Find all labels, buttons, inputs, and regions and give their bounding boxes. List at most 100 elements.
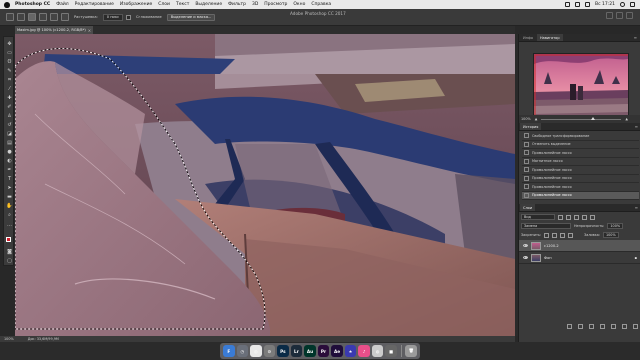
dock-finder-icon[interactable]: F bbox=[223, 345, 235, 357]
clock[interactable]: Вс 17:21 bbox=[595, 2, 615, 7]
history-item-selected[interactable]: Прямолинейное лассо bbox=[522, 191, 639, 200]
menu-layers[interactable]: Слои bbox=[158, 2, 170, 7]
navigator-thumbnail[interactable] bbox=[533, 53, 629, 117]
filter-shape-icon[interactable] bbox=[582, 214, 587, 220]
filter-smart-object-icon[interactable] bbox=[590, 214, 595, 220]
volume-icon[interactable] bbox=[585, 2, 591, 7]
panel-menu-icon[interactable]: ≡ bbox=[634, 35, 637, 40]
brush-tool-icon[interactable]: ✐ bbox=[6, 104, 13, 110]
lock-pixels-icon[interactable] bbox=[552, 232, 558, 238]
tab-history[interactable]: История bbox=[520, 123, 542, 130]
history-item[interactable]: Прямолинейное лассо bbox=[522, 183, 639, 192]
tab-info[interactable]: Инфо bbox=[520, 34, 536, 41]
menu-view[interactable]: Просмотр bbox=[264, 2, 287, 7]
select-and-mask-button[interactable]: Выделение и маска... bbox=[166, 13, 216, 21]
menu-file[interactable]: Файл bbox=[56, 2, 68, 7]
history-brush-tool-icon[interactable]: ↺ bbox=[6, 122, 13, 128]
workspace-icon[interactable] bbox=[616, 12, 623, 19]
battery-icon[interactable] bbox=[575, 2, 581, 7]
dock-photos-icon[interactable]: ◍ bbox=[371, 345, 384, 357]
home-button[interactable] bbox=[6, 13, 14, 21]
menu-image[interactable]: Изображение bbox=[120, 2, 152, 7]
history-item[interactable]: Магнитное лассо bbox=[522, 158, 639, 166]
menu-type[interactable]: Текст bbox=[176, 2, 189, 7]
dock-itunes-icon[interactable]: ♪ bbox=[358, 345, 370, 357]
dock-trash-icon[interactable]: 🗑 bbox=[405, 345, 418, 357]
history-item[interactable]: Отменить выделение bbox=[522, 141, 639, 149]
navigator-zoom-slider[interactable] bbox=[541, 116, 622, 120]
marquee-tool-icon[interactable]: ▭ bbox=[6, 50, 13, 56]
layer-filter-kind[interactable]: Вид bbox=[521, 214, 555, 220]
dock-after-effects-icon[interactable]: Ae bbox=[331, 345, 343, 357]
feather-input[interactable]: 0 пикс bbox=[102, 13, 124, 21]
close-icon[interactable]: × bbox=[88, 28, 91, 33]
navigator-zoom-knob[interactable] bbox=[591, 116, 596, 120]
link-layers-icon[interactable] bbox=[567, 324, 572, 329]
eraser-tool-icon[interactable]: ◪ bbox=[6, 131, 13, 137]
layers-menu-icon[interactable]: ≡ bbox=[635, 205, 638, 210]
eyedropper-tool-icon[interactable]: ⁄ bbox=[6, 86, 13, 92]
move-tool-icon[interactable]: ✥ bbox=[6, 41, 13, 47]
visibility-eye-icon[interactable] bbox=[523, 256, 528, 259]
zoom-tool-icon[interactable]: ⌕ bbox=[6, 212, 13, 218]
tab-navigator[interactable]: Навигатор bbox=[537, 34, 563, 41]
tool-preset-picker[interactable] bbox=[17, 13, 25, 21]
opacity-input[interactable]: 100% bbox=[607, 223, 624, 229]
lasso-tool-icon[interactable]: ʘ bbox=[6, 59, 13, 65]
zoom-in-icon[interactable]: ▲ bbox=[625, 117, 628, 121]
layer-row-selected[interactable]: c1200-2 bbox=[519, 240, 640, 252]
add-mask-icon[interactable] bbox=[589, 324, 594, 329]
app-menu[interactable]: Photoshop CC bbox=[15, 2, 50, 7]
dock-premiere-icon[interactable]: Pr bbox=[317, 345, 330, 357]
dodge-tool-icon[interactable]: ◐ bbox=[6, 158, 13, 164]
menu-edit[interactable]: Редактирование bbox=[75, 2, 114, 7]
path-selection-tool-icon[interactable]: ➤ bbox=[6, 185, 13, 191]
layer-style-icon[interactable] bbox=[578, 324, 583, 329]
navigator-zoom-value[interactable]: 100% bbox=[521, 117, 531, 121]
filter-pixel-icon[interactable] bbox=[558, 214, 563, 220]
zoom-out-icon[interactable]: ▲ bbox=[535, 117, 538, 121]
apple-menu-icon[interactable] bbox=[4, 1, 10, 8]
menu-3d[interactable]: 3D bbox=[252, 2, 258, 7]
history-item[interactable]: Свободное трансформирование bbox=[522, 132, 639, 141]
gradient-tool-icon[interactable]: ▤ bbox=[6, 140, 13, 146]
notification-center-icon[interactable] bbox=[630, 2, 635, 7]
pen-tool-icon[interactable]: ✒ bbox=[6, 167, 13, 173]
dock-audition-icon[interactable]: Au bbox=[304, 345, 316, 357]
dock-terminal-icon[interactable]: ■ bbox=[385, 345, 397, 357]
menu-filter[interactable]: Фильтр bbox=[228, 2, 246, 7]
antialias-checkbox[interactable] bbox=[126, 14, 132, 20]
rectangle-tool-icon[interactable]: ▬ bbox=[6, 194, 13, 200]
blend-mode-select[interactable]: Замена bbox=[521, 223, 571, 229]
wifi-icon[interactable] bbox=[565, 2, 571, 7]
dock-lightroom-icon[interactable]: Lr bbox=[290, 345, 303, 357]
healing-brush-tool-icon[interactable]: ✚ bbox=[6, 95, 13, 101]
intersect-selection-button[interactable] bbox=[61, 13, 69, 21]
edit-toolbar-icon[interactable]: … bbox=[6, 222, 13, 228]
quick-selection-tool-icon[interactable]: ✎ bbox=[6, 68, 13, 74]
history-item[interactable]: Прямолинейное лассо bbox=[522, 175, 639, 183]
new-group-icon[interactable] bbox=[611, 324, 616, 329]
dock-imovie-icon[interactable]: ★ bbox=[344, 345, 357, 357]
menu-window[interactable]: Окно bbox=[293, 2, 305, 7]
filter-adjustment-icon[interactable] bbox=[566, 214, 571, 220]
dock-launchpad-icon[interactable]: ◷ bbox=[236, 345, 249, 357]
spotlight-icon[interactable] bbox=[620, 2, 625, 7]
dock-chrome-icon[interactable]: ◎ bbox=[250, 345, 262, 357]
lock-all-icon[interactable] bbox=[568, 232, 574, 238]
add-selection-button[interactable] bbox=[39, 13, 47, 21]
new-layer-icon[interactable] bbox=[622, 324, 627, 329]
search-icon[interactable] bbox=[606, 12, 613, 19]
adjustment-layer-icon[interactable] bbox=[600, 324, 605, 329]
document-tab[interactable]: Maxim.jpg @ 100% (c1200-2, RGB/8*) × bbox=[15, 26, 93, 34]
subtract-selection-button[interactable] bbox=[50, 13, 58, 21]
fill-input[interactable]: 100% bbox=[602, 232, 619, 238]
share-icon[interactable] bbox=[626, 12, 633, 19]
document-canvas[interactable] bbox=[15, 34, 515, 336]
lock-position-icon[interactable] bbox=[560, 232, 566, 238]
lock-transparency-icon[interactable] bbox=[544, 232, 550, 238]
new-selection-button[interactable] bbox=[28, 13, 36, 21]
blur-tool-icon[interactable]: ● bbox=[6, 149, 13, 155]
zoom-level[interactable]: 100% bbox=[4, 337, 14, 341]
crop-tool-icon[interactable]: ⌗ bbox=[6, 77, 13, 83]
